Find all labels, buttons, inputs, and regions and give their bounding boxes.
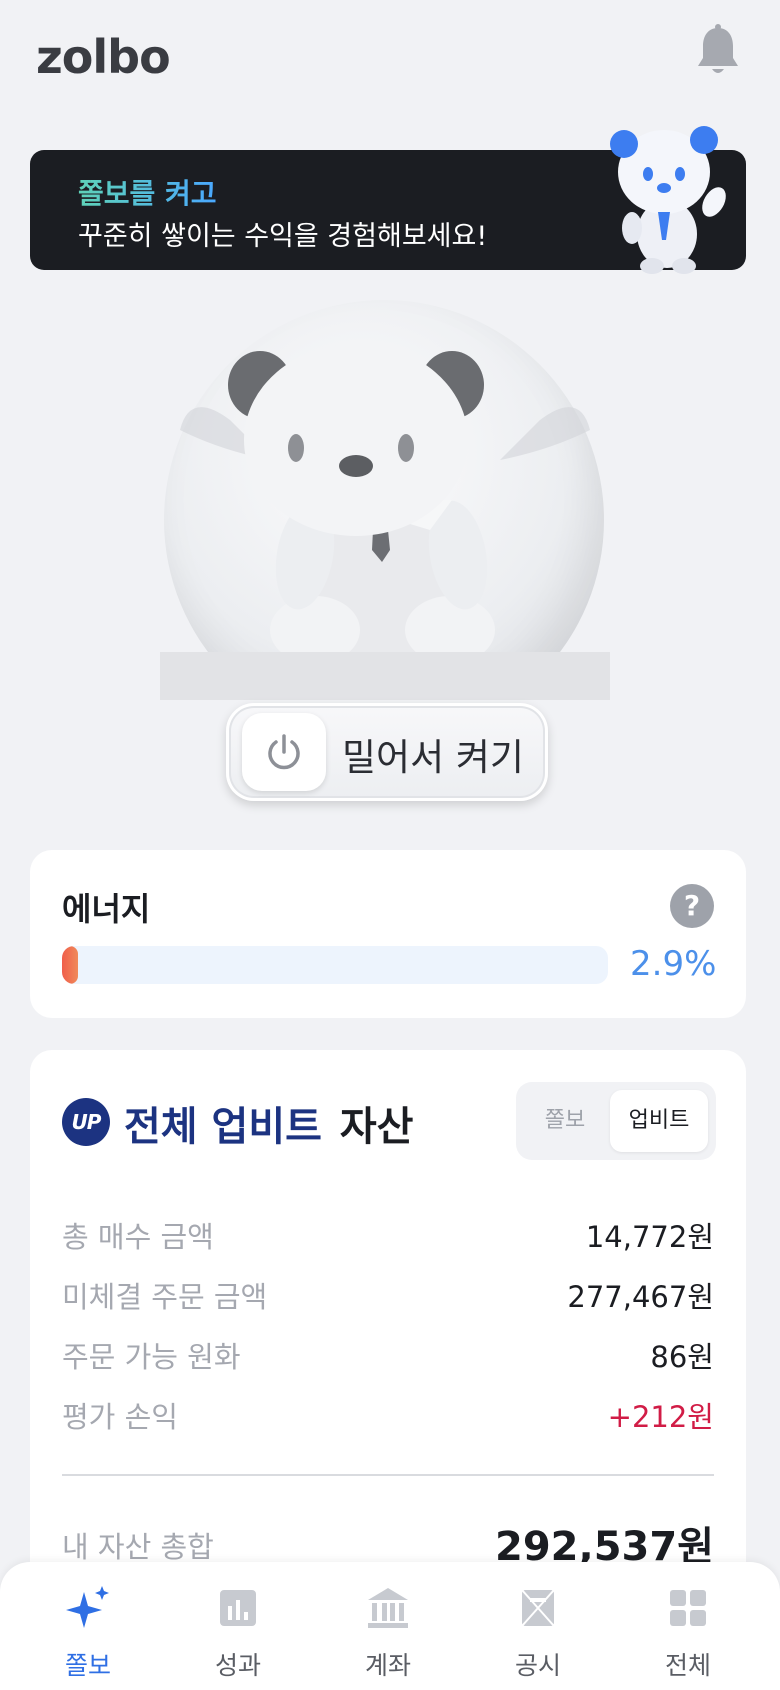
energy-card: 에너지 ? 2.9%	[30, 850, 746, 1018]
energy-percent: 2.9%	[630, 944, 717, 984]
asset-row: 총 매수 금액 14,772원	[62, 1214, 714, 1254]
slide-label: 밀어서 켜기	[342, 736, 524, 779]
total-label: 내 자산 총합	[62, 1530, 214, 1564]
header: zolbo	[0, 0, 780, 110]
row-label: 미체결 주문 금액	[62, 1280, 268, 1314]
banner-headline: 쫄보를 켜고	[78, 172, 217, 212]
zolbo-sphere	[160, 300, 610, 700]
upbit-logo: UP	[62, 1098, 110, 1146]
asset-row: 평가 손익 +212원	[62, 1394, 714, 1434]
grid-icon	[670, 1590, 706, 1626]
nav-label: 공시	[514, 1651, 561, 1680]
nav-label: 계좌	[364, 1651, 411, 1680]
energy-title: 에너지	[62, 890, 151, 928]
bell-icon[interactable]	[694, 24, 742, 78]
energy-progress-fill	[62, 946, 78, 984]
app-logo: zolbo	[36, 30, 171, 84]
nav-item-zolbo[interactable]: 쫄보	[28, 1562, 148, 1690]
row-label: 주문 가능 원화	[62, 1340, 241, 1374]
document-icon	[521, 1589, 555, 1627]
segment-control: 쫄보 업비트	[516, 1082, 716, 1160]
sparkle-icon	[66, 1586, 109, 1628]
slide-to-activate[interactable]: 밀어서 켜기	[226, 703, 548, 801]
app-screen: zolbo 쫄보를 켜고 꾸준히 쌓이는 수익을 경험해보세요! 밀어서 켜기 …	[0, 0, 780, 1690]
banner-subline: 꾸준히 쌓이는 수익을 경험해보세요!	[78, 221, 488, 252]
bear-mascot-illustration	[160, 344, 610, 700]
bottom-nav: 쫄보 성과 계좌 공시 전체	[0, 1562, 780, 1690]
divider	[62, 1474, 714, 1476]
profit-value: +212원	[607, 1400, 714, 1434]
nav-label: 성과	[214, 1651, 261, 1680]
nav-item-disclosure[interactable]: 공시	[478, 1562, 598, 1690]
segment-upbit[interactable]: 업비트	[610, 1090, 708, 1152]
help-icon[interactable]: ?	[670, 884, 714, 928]
nav-label: 전체	[664, 1651, 711, 1680]
nav-label: 쫄보	[64, 1651, 111, 1680]
energy-progress-bar	[62, 946, 608, 984]
assets-title-highlight: 전체 업비트	[124, 1104, 322, 1150]
nav-item-account[interactable]: 계좌	[328, 1562, 448, 1690]
assets-title-rest: 자산	[339, 1104, 414, 1150]
slide-knob[interactable]	[242, 713, 326, 791]
row-label: 총 매수 금액	[62, 1220, 214, 1254]
asset-row: 주문 가능 원화 86원	[62, 1334, 714, 1374]
promo-banner[interactable]: 쫄보를 켜고 꾸준히 쌓이는 수익을 경험해보세요!	[30, 126, 746, 274]
bank-icon	[368, 1588, 408, 1628]
row-value: 277,467원	[567, 1280, 714, 1314]
row-value: 14,772원	[585, 1220, 714, 1254]
asset-row: 미체결 주문 금액 277,467원	[62, 1274, 714, 1314]
segment-zolbo[interactable]: 쫄보	[524, 1090, 606, 1152]
bar-chart-icon	[220, 1590, 256, 1626]
assets-title: 전체 업비트 자산	[124, 1094, 413, 1152]
nav-item-performance[interactable]: 성과	[178, 1562, 298, 1690]
row-label: 평가 손익	[62, 1400, 178, 1434]
mascot-illustration	[610, 126, 726, 274]
power-icon	[268, 734, 300, 770]
row-value: 86원	[650, 1340, 714, 1374]
nav-item-all[interactable]: 전체	[628, 1562, 748, 1690]
